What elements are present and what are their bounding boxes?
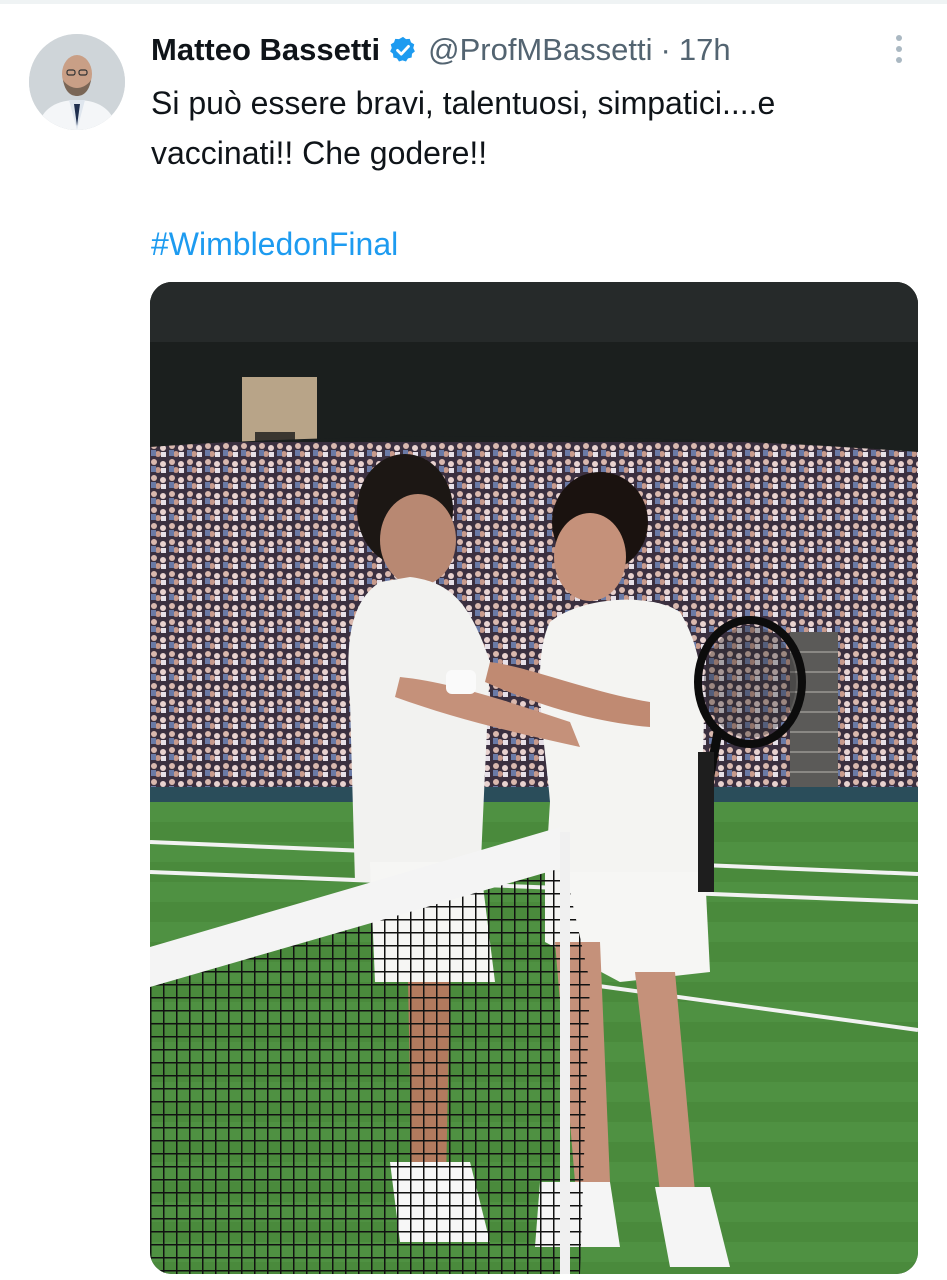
divider — [0, 0, 947, 4]
hashtag-link[interactable]: #WimbledonFinal — [151, 221, 398, 267]
tweet-text-line: vaccinati!! Che godere!! — [151, 135, 488, 171]
avatar[interactable] — [29, 34, 125, 130]
verified-badge-icon — [390, 36, 415, 62]
timestamp[interactable]: 17h — [679, 32, 731, 68]
separator: · — [660, 32, 671, 67]
author-handle[interactable]: @ProfMBassetti — [428, 32, 652, 68]
tweet-photo[interactable] — [150, 282, 918, 1274]
tweet-text: Si può essere bravi, talentuosi, simpati… — [151, 78, 911, 178]
more-vertical-icon[interactable] — [885, 30, 913, 70]
tweet-text-line: Si può essere bravi, talentuosi, simpati… — [151, 85, 776, 121]
tweet-header: Matteo Bassetti @ProfMBassetti · 17h — [151, 28, 731, 72]
author-name[interactable]: Matteo Bassetti — [151, 32, 380, 68]
tweet-card[interactable]: Matteo Bassetti @ProfMBassetti · 17h Si … — [0, 0, 947, 1280]
